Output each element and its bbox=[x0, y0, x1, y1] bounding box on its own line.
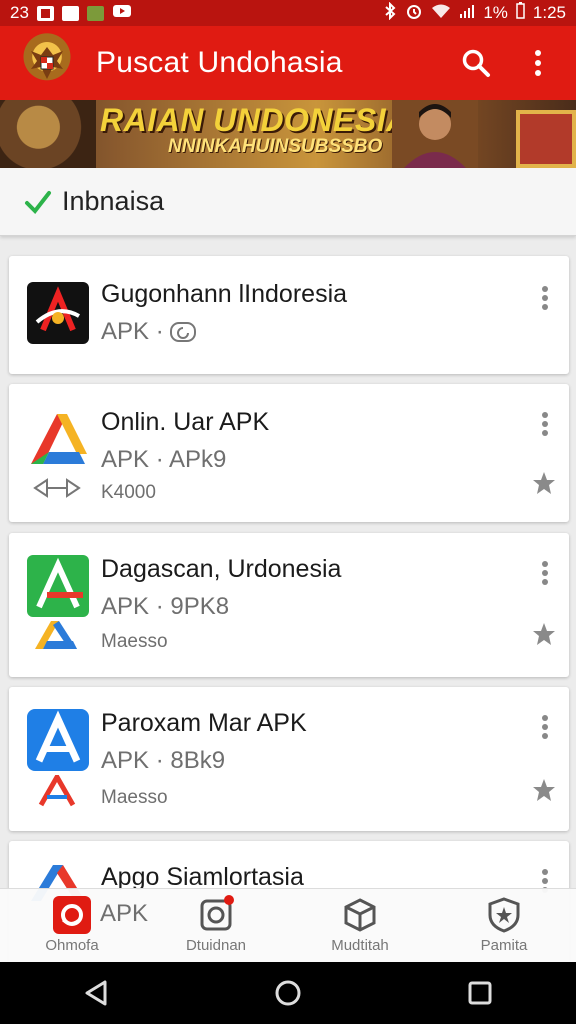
system-navigation-bar bbox=[0, 962, 576, 1024]
app-list-item[interactable]: Dagascan, Urdonesia APK · 9PK8 Maesso bbox=[9, 533, 569, 677]
star-icon[interactable] bbox=[531, 777, 557, 803]
category-label: Inbnaisa bbox=[62, 186, 165, 216]
app-title: Gugonhann lIndoresia bbox=[101, 280, 348, 308]
bottom-navigation: Ohmofa Dtuidnan Mudtitah Pamita bbox=[0, 888, 576, 962]
battery-icon bbox=[516, 2, 525, 24]
banner-framed-image bbox=[516, 110, 576, 168]
nav-label: Ohmofa bbox=[45, 937, 99, 954]
category-filter[interactable]: Inbnaisa bbox=[0, 168, 576, 236]
nav-item-apps[interactable]: Mudtitah bbox=[305, 895, 415, 954]
app-title: Onlin. Uar APK bbox=[101, 408, 270, 436]
wifi-icon bbox=[431, 3, 451, 24]
app-icon-small-multicolor bbox=[35, 621, 77, 649]
star-icon[interactable] bbox=[531, 621, 557, 647]
back-icon[interactable] bbox=[66, 973, 126, 1013]
app-developer: Maesso bbox=[101, 787, 168, 808]
app-list-item[interactable]: Onlin. Uar APK APK · APk9 K4000 bbox=[9, 384, 569, 522]
nav-label: Dtuidnan bbox=[185, 937, 247, 954]
clock: 1:25 bbox=[532, 3, 566, 22]
signal-icon bbox=[459, 3, 475, 24]
home-circle-icon[interactable] bbox=[258, 973, 318, 1013]
status-left-text: 23 bbox=[10, 3, 29, 22]
instagram-icon bbox=[196, 895, 236, 935]
app-developer: K4000 bbox=[101, 482, 156, 503]
app-developer: Maesso bbox=[101, 631, 168, 652]
banner-headline: RAIAN UNDONESIAI bbox=[100, 102, 420, 138]
nav-item-downloads[interactable]: Dtuidnan bbox=[161, 895, 271, 954]
app-title: Puscat Undohasia bbox=[96, 46, 343, 79]
app-icon-small-red bbox=[38, 775, 76, 807]
cube-icon bbox=[340, 895, 380, 935]
more-vert-icon[interactable] bbox=[535, 410, 555, 440]
app-icon-blue bbox=[27, 709, 89, 771]
nav-item-profile[interactable]: Pamita bbox=[449, 895, 559, 954]
app-icon-multicolor bbox=[31, 414, 87, 464]
app-list-item[interactable]: Gugonhann lIndoresia APK · bbox=[9, 256, 569, 374]
link-arrows-icon bbox=[33, 478, 81, 498]
more-vert-icon[interactable] bbox=[535, 713, 555, 743]
app-list-item[interactable]: Paroxam Mar APK APK · 8Bk9 Maesso bbox=[9, 687, 569, 831]
home-app-icon bbox=[52, 895, 92, 935]
recents-icon[interactable] bbox=[450, 973, 510, 1013]
notification-badge bbox=[224, 895, 234, 905]
bluetooth-icon bbox=[383, 1, 397, 25]
notification-icon bbox=[36, 5, 54, 21]
shield-icon bbox=[484, 895, 524, 935]
download-status-icon bbox=[170, 322, 196, 342]
app-icon-dark bbox=[27, 282, 89, 344]
banner-crest-image bbox=[0, 100, 96, 168]
more-vert-icon[interactable] bbox=[535, 284, 555, 314]
promo-banner[interactable]: RAIAN UNDONESIAI NNINKAHUINSUBSSBO bbox=[0, 100, 576, 168]
youtube-icon bbox=[112, 3, 132, 24]
nav-label: Pamita bbox=[480, 937, 528, 954]
app-meta: APK · 9PK8 bbox=[101, 593, 230, 620]
garuda-emblem-icon[interactable] bbox=[16, 32, 78, 94]
alarm-icon bbox=[405, 2, 423, 25]
app-icon-green bbox=[27, 555, 89, 617]
app-title: Dagascan, Urdonesia bbox=[101, 555, 342, 583]
app-bar: Puscat Undohasia bbox=[0, 26, 576, 100]
star-icon[interactable] bbox=[531, 470, 557, 496]
notification-icon-2 bbox=[61, 5, 79, 21]
more-vert-icon[interactable] bbox=[520, 45, 556, 81]
app-title: Paroxam Mar APK bbox=[101, 709, 307, 737]
banner-person-image bbox=[392, 100, 478, 168]
status-bar: 23 1% 1:25 bbox=[0, 0, 576, 26]
app-meta-peek: APK bbox=[100, 900, 149, 927]
nav-label: Mudtitah bbox=[331, 937, 389, 954]
battery-text: 1% bbox=[483, 3, 508, 22]
app-meta: APK · APk9 bbox=[101, 446, 227, 473]
image-notification-icon bbox=[86, 5, 104, 21]
app-meta: APK · bbox=[101, 318, 164, 345]
app-meta: APK · 8Bk9 bbox=[101, 747, 226, 774]
banner-subline: NNINKAHUINSUBSSBO bbox=[168, 136, 383, 157]
more-vert-icon[interactable] bbox=[535, 559, 555, 589]
search-icon[interactable] bbox=[458, 45, 494, 81]
check-icon bbox=[25, 190, 51, 214]
